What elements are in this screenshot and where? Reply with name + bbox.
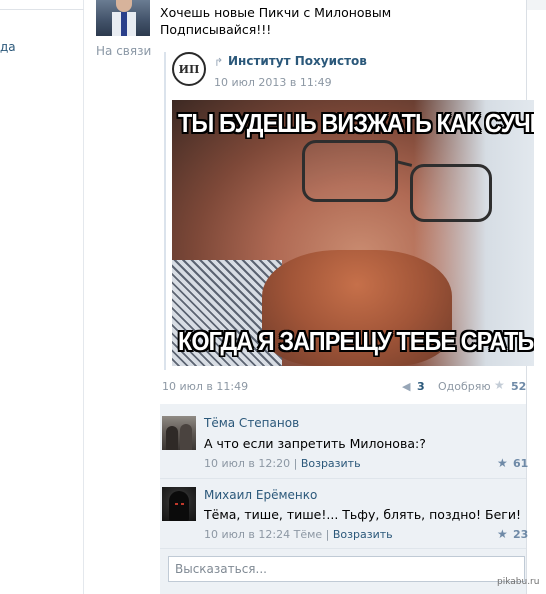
comment-divider: [160, 548, 526, 549]
left-column-header: [0, 0, 84, 10]
right-edge-header: [527, 0, 546, 10]
post-text-line: Подписывайся!!!: [160, 22, 272, 37]
author-online-status: На связи: [96, 44, 152, 58]
repost-arrow-icon: ↱: [214, 56, 224, 69]
comment-meta: 10 июл в 12:20 | Возразить: [204, 457, 361, 470]
group-avatar[interactable]: ИП: [172, 52, 206, 86]
avatar-figure: [166, 426, 178, 450]
comment-like-count[interactable]: 61: [513, 457, 528, 470]
meme-glasses-left: [302, 140, 398, 202]
avatar-tie: [121, 12, 127, 36]
meme-glasses-bridge: [395, 160, 413, 167]
post-text: Хочешь новые Пикчи с Милоновым Подписыва…: [160, 4, 520, 38]
comment-text: Тёма, тише, тише!... Тьфу, блять, поздно…: [204, 507, 522, 522]
left-column-link-fragment[interactable]: да: [0, 40, 16, 54]
star-icon[interactable]: ★: [494, 378, 505, 392]
post-date[interactable]: 10 июл в 11:49: [162, 380, 248, 393]
meme-caption-top: ТЫ БУДЕШЬ ВИЗЖАТЬ КАК СУЧКА: [178, 108, 534, 138]
meme-glasses-right: [410, 164, 492, 222]
comment-avatar[interactable]: [162, 487, 196, 521]
avatar-hood: [169, 491, 189, 521]
comment-date[interactable]: 10 июл в 12:24: [204, 528, 290, 541]
share-count[interactable]: 3: [417, 380, 425, 393]
avatar-face: [116, 0, 132, 12]
avatar-eye: [181, 503, 184, 505]
like-button-label[interactable]: Одобряю: [438, 380, 491, 393]
avatar-eye: [175, 503, 178, 505]
reply-link[interactable]: Возразить: [333, 528, 393, 541]
star-icon[interactable]: ★: [497, 456, 508, 470]
comment-like-count[interactable]: 23: [513, 528, 528, 541]
separator: |: [325, 528, 333, 541]
meme-caption-bottom: КОГДА Я ЗАПРЕЩУ ТЕБЕ СРАТЬ: [178, 326, 534, 356]
avatar-figure: [180, 424, 192, 450]
comment-avatar[interactable]: [162, 416, 196, 450]
like-count[interactable]: 52: [511, 380, 526, 393]
reply-to[interactable]: Тёме: [294, 528, 323, 541]
comment-divider: [160, 478, 526, 479]
comment-date[interactable]: 10 июл в 12:20: [204, 457, 290, 470]
meme-image[interactable]: ТЫ БУДЕШЬ ВИЗЖАТЬ КАК СУЧКА КОГДА Я ЗАПР…: [172, 100, 534, 366]
separator: |: [293, 457, 301, 470]
group-name-link[interactable]: Институт Похуистов: [228, 54, 367, 68]
watermark: pikabu.ru: [497, 577, 540, 587]
reply-link[interactable]: Возразить: [301, 457, 361, 470]
repost-date[interactable]: 10 июл 2013 в 11:49: [214, 76, 332, 89]
comment-input[interactable]: Высказаться...: [168, 556, 525, 582]
post-author-avatar[interactable]: [96, 0, 150, 36]
star-icon[interactable]: ★: [497, 527, 508, 541]
post-text-line: Хочешь новые Пикчи с Милоновым: [160, 5, 392, 20]
comment-meta: 10 июл в 12:24 Тёме | Возразить: [204, 528, 393, 541]
comment-author[interactable]: Михаил Ерёменко: [204, 488, 317, 502]
left-column: да: [0, 0, 84, 594]
megaphone-icon[interactable]: ◀: [402, 380, 410, 393]
comment-text: А что если запретить Милонова:?: [204, 436, 426, 451]
comment-author[interactable]: Тёма Степанов: [204, 416, 299, 430]
